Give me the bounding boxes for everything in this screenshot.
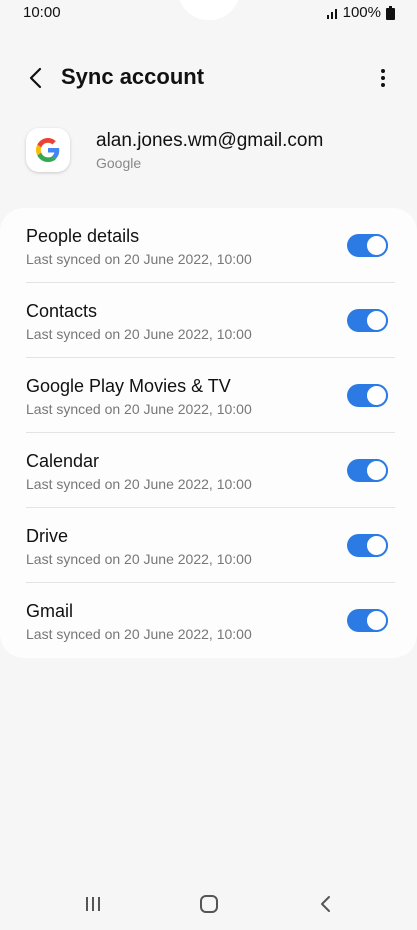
signal-icon <box>326 8 337 19</box>
battery-percent: 100% <box>342 4 381 21</box>
status-time: 10:00 <box>23 4 61 21</box>
home-button[interactable] <box>184 884 234 924</box>
camera-notch <box>178 0 240 20</box>
more-options-button[interactable] <box>371 58 395 98</box>
toggle-knob <box>365 309 388 332</box>
back-arrow-icon <box>29 67 42 89</box>
app-bar: Sync account <box>0 58 417 98</box>
sync-row-google-play-movies[interactable]: Google Play Movies & TV Last synced on 2… <box>0 358 417 433</box>
navigation-bar <box>0 884 417 924</box>
back-button[interactable] <box>20 58 50 98</box>
sync-row-subtitle: Last synced on 20 June 2022, 10:00 <box>26 476 252 492</box>
sync-row-subtitle: Last synced on 20 June 2022, 10:00 <box>26 251 252 267</box>
sync-toggle-google-play-movies[interactable] <box>347 384 388 407</box>
sync-row-subtitle: Last synced on 20 June 2022, 10:00 <box>26 626 252 642</box>
toggle-knob <box>365 609 388 632</box>
sync-row-title: Gmail <box>26 601 74 621</box>
sync-row-title: Calendar <box>26 451 100 471</box>
sync-row-subtitle: Last synced on 20 June 2022, 10:00 <box>26 326 252 342</box>
toggle-knob <box>365 459 388 482</box>
sync-row-gmail[interactable]: Gmail Last synced on 20 June 2022, 10:00 <box>0 583 417 658</box>
sync-row-people-details[interactable]: People details Last synced on 20 June 20… <box>0 208 417 283</box>
home-icon <box>200 895 218 913</box>
sync-row-drive[interactable]: Drive Last synced on 20 June 2022, 10:00 <box>0 508 417 583</box>
status-indicators: 100% <box>326 4 395 21</box>
sync-row-title: Contacts <box>26 301 98 321</box>
sync-toggle-drive[interactable] <box>347 534 388 557</box>
sync-toggle-people-details[interactable] <box>347 234 388 257</box>
account-email: alan.jones.wm@gmail.com <box>96 130 324 151</box>
account-provider: Google <box>96 155 142 171</box>
google-g-icon <box>36 138 60 162</box>
nav-back-icon <box>321 896 330 912</box>
toggle-knob <box>365 234 388 257</box>
toggle-knob <box>365 384 388 407</box>
sync-row-subtitle: Last synced on 20 June 2022, 10:00 <box>26 401 252 417</box>
battery-icon <box>386 5 395 20</box>
toggle-knob <box>365 534 388 557</box>
more-vertical-icon <box>381 69 385 87</box>
status-bar: 10:00 100% <box>0 0 417 26</box>
sync-toggle-calendar[interactable] <box>347 459 388 482</box>
sync-row-subtitle: Last synced on 20 June 2022, 10:00 <box>26 551 252 567</box>
sync-row-title: Drive <box>26 526 69 546</box>
recents-icon <box>86 897 100 911</box>
sync-items-card: People details Last synced on 20 June 20… <box>0 208 417 658</box>
sync-row-title: People details <box>26 226 140 246</box>
system-back-button[interactable] <box>300 884 350 924</box>
account-header: alan.jones.wm@gmail.com Google <box>0 120 417 180</box>
sync-row-title: Google Play Movies & TV <box>26 376 231 396</box>
sync-row-calendar[interactable]: Calendar Last synced on 20 June 2022, 10… <box>0 433 417 508</box>
page-title: Sync account <box>61 64 205 89</box>
recents-button[interactable] <box>68 884 118 924</box>
sync-toggle-gmail[interactable] <box>347 609 388 632</box>
sync-row-contacts[interactable]: Contacts Last synced on 20 June 2022, 10… <box>0 283 417 358</box>
sync-toggle-contacts[interactable] <box>347 309 388 332</box>
google-logo <box>26 128 70 172</box>
